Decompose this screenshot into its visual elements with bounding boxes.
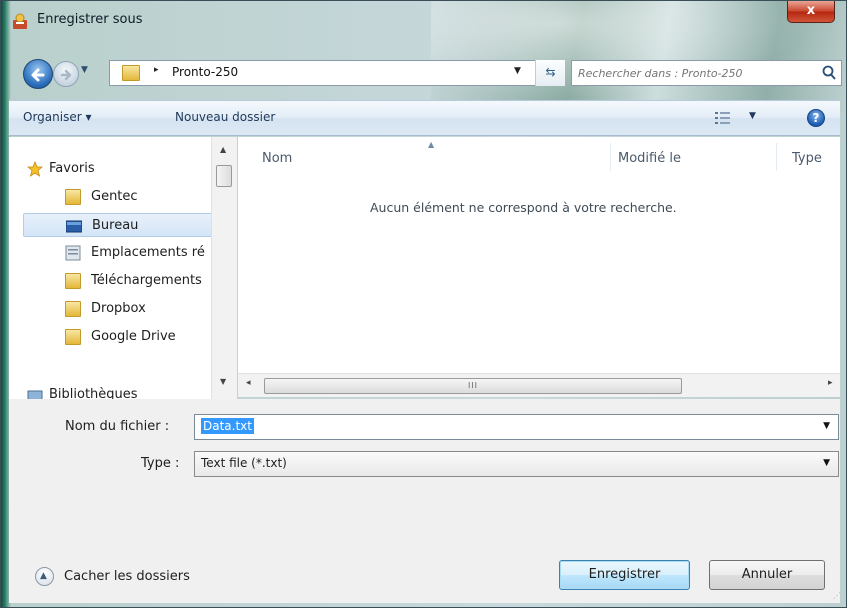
file-type-dropdown-icon[interactable]: ▼ bbox=[823, 458, 830, 468]
save-button-label: Enregistrer bbox=[588, 567, 661, 582]
folder-icon bbox=[65, 301, 81, 317]
window-title: Enregistrer sous bbox=[37, 12, 143, 27]
scroll-right-icon[interactable]: ▸ bbox=[828, 378, 833, 388]
sidebar-item-dropbox[interactable]: Dropbox bbox=[25, 297, 225, 321]
recent-pages-dropdown-icon[interactable]: ▼ bbox=[81, 65, 88, 75]
scroll-up-icon[interactable]: ▲ bbox=[220, 145, 226, 154]
collapse-circle-icon: ▲ bbox=[35, 567, 54, 586]
command-toolbar: Organiser ▾ Nouveau dossier ▼ ? bbox=[9, 100, 840, 136]
sidebar-item-libraries[interactable]: Bibliothèques bbox=[25, 383, 225, 399]
folder-icon bbox=[122, 65, 140, 81]
scroll-left-icon[interactable]: ◂ bbox=[246, 378, 251, 388]
address-bar[interactable]: ▸ Pronto-250 ▼ bbox=[109, 60, 565, 86]
save-options-panel: Nom du fichier : Data.txt ▼ Type : Text … bbox=[9, 399, 840, 603]
breadcrumb-current-folder[interactable]: Pronto-250 bbox=[172, 65, 238, 79]
downloads-folder-icon bbox=[65, 273, 81, 289]
folder-icon bbox=[65, 189, 81, 205]
close-icon: x bbox=[806, 3, 816, 18]
sidebar-item-google-drive[interactable]: Google Drive bbox=[25, 325, 225, 349]
help-icon: ? bbox=[812, 111, 820, 125]
arrow-right-icon bbox=[60, 69, 72, 81]
refresh-button[interactable]: ⇆ bbox=[535, 60, 565, 86]
forward-button[interactable] bbox=[53, 61, 79, 87]
sidebar-item-bureau[interactable]: Bureau bbox=[23, 213, 221, 237]
title-bar[interactable]: Enregistrer sous x bbox=[1, 1, 846, 53]
app-icon bbox=[11, 12, 29, 30]
star-icon bbox=[27, 161, 43, 177]
breadcrumb-separator-icon[interactable]: ▸ bbox=[154, 65, 159, 75]
file-list-horizontal-scrollbar[interactable]: ◂ III ▸ bbox=[238, 373, 840, 397]
organize-button[interactable]: Organiser ▾ bbox=[23, 110, 91, 124]
scroll-down-icon[interactable]: ▼ bbox=[220, 377, 226, 386]
filename-value[interactable]: Data.txt bbox=[201, 418, 254, 434]
search-box[interactable] bbox=[571, 60, 842, 86]
column-separator[interactable] bbox=[610, 143, 611, 171]
filename-label: Nom du fichier : bbox=[65, 419, 170, 434]
change-view-icon[interactable] bbox=[713, 111, 741, 125]
search-icon[interactable] bbox=[820, 64, 838, 82]
save-as-dialog: Enregistrer sous x ▼ ▸ Pronto-250 ▼ ⇆ Or… bbox=[0, 0, 847, 608]
libraries-icon bbox=[27, 390, 43, 399]
sidebar-item-favoris[interactable]: Favoris bbox=[25, 157, 225, 181]
hide-folders-button[interactable]: ▲ Cacher les dossiers bbox=[35, 566, 215, 588]
sidebar-item-recent-places[interactable]: Emplacements ré bbox=[25, 241, 225, 265]
help-button[interactable]: ? bbox=[807, 109, 825, 127]
empty-results-message: Aucun élément ne correspond à votre rech… bbox=[370, 200, 677, 215]
sidebar-item-downloads[interactable]: Téléchargements bbox=[25, 269, 225, 293]
file-list-pane[interactable]: ▲ Nom Modifié le Type Aucun élément ne c… bbox=[238, 137, 840, 373]
resize-grip-icon[interactable]: ⋰ bbox=[833, 591, 845, 603]
view-dropdown-icon[interactable]: ▼ bbox=[749, 111, 756, 121]
filename-field[interactable]: Data.txt ▼ bbox=[194, 414, 839, 440]
search-input[interactable] bbox=[578, 64, 810, 82]
navigation-pane-vertical-scrollbar[interactable]: ▲ ▼ bbox=[211, 137, 237, 399]
address-dropdown-icon[interactable]: ▼ bbox=[514, 66, 521, 76]
file-type-value: Text file (*.txt) bbox=[201, 456, 287, 470]
column-header-type[interactable]: Type bbox=[792, 151, 822, 166]
column-header-modified[interactable]: Modifié le bbox=[618, 151, 681, 166]
desktop-icon bbox=[66, 220, 82, 233]
filename-dropdown-icon[interactable]: ▼ bbox=[823, 421, 830, 431]
scroll-thumb[interactable] bbox=[216, 165, 232, 187]
sort-indicator-icon: ▲ bbox=[428, 140, 435, 149]
recent-places-icon bbox=[65, 245, 81, 261]
column-header-name[interactable]: Nom bbox=[262, 151, 292, 166]
google-drive-folder-icon bbox=[65, 329, 81, 345]
sidebar-item-gentec[interactable]: Gentec bbox=[25, 185, 225, 209]
save-button[interactable]: Enregistrer bbox=[559, 560, 690, 590]
close-button[interactable]: x bbox=[787, 1, 835, 23]
hide-folders-label: Cacher les dossiers bbox=[64, 569, 190, 584]
type-label: Type : bbox=[141, 456, 180, 471]
column-separator[interactable] bbox=[776, 143, 777, 171]
back-button[interactable] bbox=[23, 59, 53, 89]
cancel-button-label: Annuler bbox=[741, 567, 793, 582]
arrow-left-icon bbox=[31, 68, 45, 82]
refresh-icon: ⇆ bbox=[545, 65, 556, 79]
file-type-select[interactable]: Text file (*.txt) ▼ bbox=[194, 451, 839, 477]
new-folder-button[interactable]: Nouveau dossier bbox=[175, 110, 275, 124]
navigation-pane: Favoris Gentec Bureau Emplacements ré Té… bbox=[9, 137, 237, 399]
scroll-thumb[interactable]: III bbox=[264, 378, 682, 394]
cancel-button[interactable]: Annuler bbox=[709, 560, 825, 590]
